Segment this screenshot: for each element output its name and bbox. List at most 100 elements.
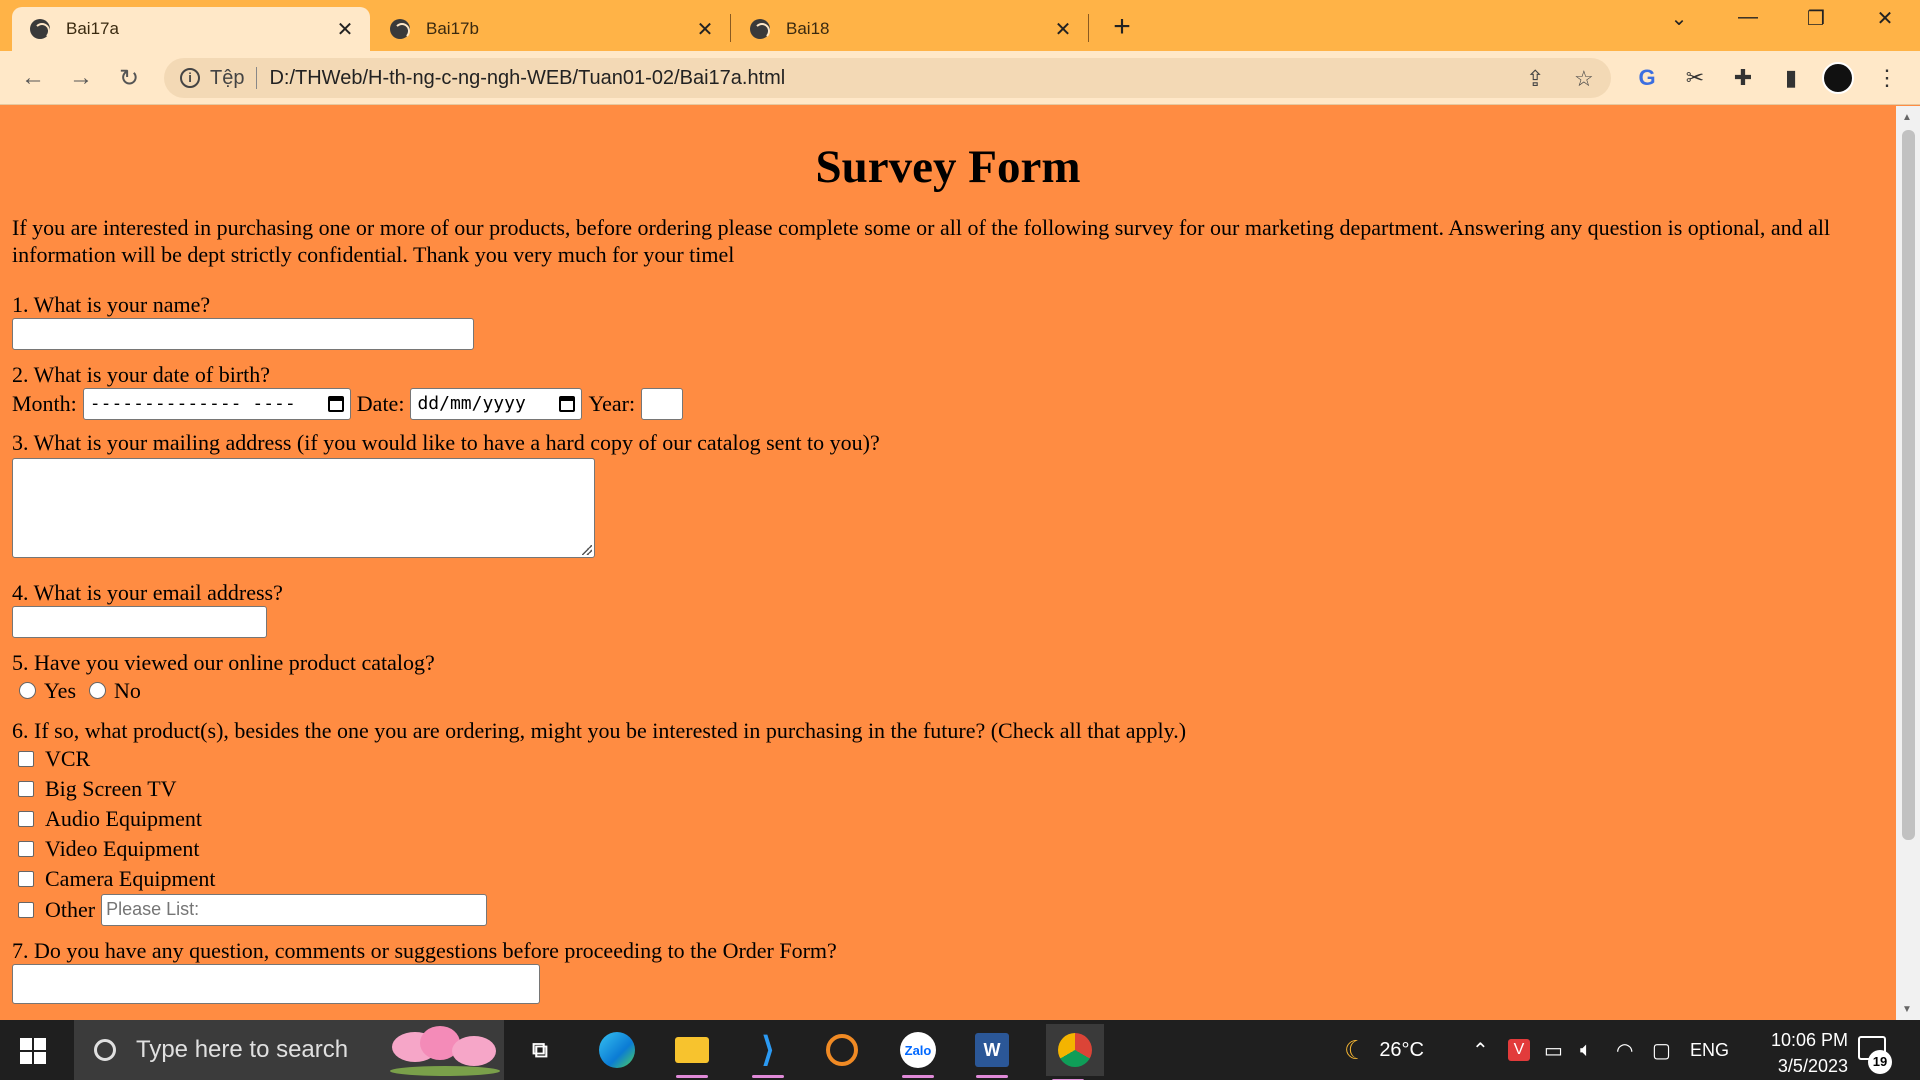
back-button[interactable]: ←: [18, 64, 48, 92]
browser-tab-bar: Bai17a ✕ Bai17b ✕ Bai18 ✕ + ⌄ — ❐ ✕: [0, 0, 1920, 51]
checkbox-vcr[interactable]: [18, 750, 34, 767]
google-translate-icon[interactable]: G: [1632, 65, 1662, 91]
other-products-input[interactable]: [101, 893, 488, 926]
tab-bai17a[interactable]: Bai17a ✕: [12, 7, 370, 51]
windows-taskbar: Type here to search ⧉ ⟩ Zalo W ☾ 26°C ⌃ …: [0, 1020, 1920, 1080]
checkbox-row-vcr: VCR: [12, 744, 1884, 774]
word-icon[interactable]: W: [970, 1028, 1014, 1078]
eclipse-icon[interactable]: [820, 1028, 864, 1072]
extension-tools-icon[interactable]: ✂: [1680, 65, 1710, 91]
scheme-label: Tệp: [210, 66, 245, 89]
month-input[interactable]: -------------- ----: [82, 387, 351, 420]
clock-time: 10:06 PM: [1770, 1030, 1848, 1050]
taskbar-clock[interactable]: 10:06 PM 3/5/2023: [1738, 1027, 1848, 1079]
checkbox-row-video-equipment: Video Equipment: [12, 834, 1884, 864]
checkbox-label: Video Equipment: [45, 835, 200, 861]
site-info-icon[interactable]: i: [180, 68, 200, 88]
survey-form: Survey Form If you are interested in pur…: [0, 141, 1896, 1004]
month-label: Month:: [12, 390, 77, 416]
new-tab-button[interactable]: +: [1108, 10, 1136, 44]
minimize-button[interactable]: —: [1733, 6, 1763, 29]
language-indicator[interactable]: ENG: [1690, 1020, 1729, 1080]
vivaldi-tray-icon[interactable]: V: [1508, 1020, 1530, 1080]
tab-search-chevron-icon[interactable]: ⌄: [1664, 6, 1694, 31]
calendar-icon[interactable]: [559, 395, 576, 412]
question-name-label: 1. What is your name?: [12, 291, 211, 317]
scrollbar-thumb[interactable]: [1902, 130, 1915, 840]
tab-title: Bai17a: [66, 19, 119, 38]
date-input[interactable]: dd/mm/yyyy: [410, 387, 583, 420]
page-scrollbar[interactable]: ▲ ▼: [1896, 106, 1920, 1020]
radio-no[interactable]: [89, 682, 107, 700]
close-tab-icon[interactable]: ✕: [334, 17, 356, 42]
page-title: Survey Form: [815, 141, 1081, 193]
checkbox-label: Camera Equipment: [45, 865, 216, 891]
reload-button[interactable]: ↻: [114, 64, 144, 93]
notification-badge: 19: [1868, 1050, 1892, 1074]
zalo-icon[interactable]: Zalo: [896, 1028, 940, 1078]
divider: [256, 67, 258, 89]
close-window-button[interactable]: ✕: [1870, 6, 1900, 31]
checkbox-video-equipment[interactable]: [18, 840, 34, 857]
tab-separator: [730, 14, 731, 42]
tab-bai17b[interactable]: Bai17b ✕: [372, 7, 730, 51]
question-comments-label: 7. Do you have any question, comments or…: [12, 937, 837, 963]
weather-widget[interactable]: ☾ 26°C: [1344, 1020, 1424, 1080]
side-panel-icon[interactable]: ▮: [1776, 65, 1806, 91]
address-bar[interactable]: i Tệp D:/THWeb/H-th-ng-c-ng-ngh-WEB/Tuan…: [164, 58, 1611, 98]
radio-yes[interactable]: [19, 682, 36, 700]
scroll-up-arrow-icon[interactable]: ▲: [1902, 112, 1912, 123]
date-label: Date:: [356, 390, 405, 416]
display-icon[interactable]: ▢: [1652, 1020, 1671, 1080]
question-dob-label: 2. What is your date of birth?: [12, 361, 271, 387]
file-explorer-icon[interactable]: [670, 1028, 714, 1078]
vscode-icon[interactable]: ⟩: [746, 1028, 790, 1078]
scroll-down-arrow-icon[interactable]: ▼: [1902, 1004, 1912, 1015]
tab-separator: [1088, 14, 1089, 42]
restore-button[interactable]: ❐: [1801, 6, 1831, 31]
checkbox-audio-equipment[interactable]: [18, 810, 34, 827]
close-tab-icon[interactable]: ✕: [1052, 17, 1074, 42]
checkbox-other[interactable]: [18, 901, 34, 918]
email-input[interactable]: [12, 605, 267, 638]
tab-title: Bai18: [786, 19, 830, 38]
bookmark-star-icon[interactable]: ☆: [1574, 66, 1594, 92]
forward-button[interactable]: →: [66, 64, 96, 92]
windows-start-icon[interactable]: [20, 1038, 46, 1064]
name-input[interactable]: [12, 317, 474, 350]
globe-icon: [30, 19, 50, 39]
checkbox-row-big-screen-tv: Big Screen TV: [12, 774, 1884, 804]
year-label: Year:: [588, 390, 636, 416]
close-tab-icon[interactable]: ✕: [694, 17, 716, 42]
year-input[interactable]: [641, 387, 684, 420]
intro-paragraph: If you are interested in purchasing one …: [12, 214, 1831, 267]
question-products-label: 6. If so, what product(s), besides the o…: [12, 717, 1187, 743]
chrome-icon[interactable]: [1046, 1024, 1104, 1080]
extensions-puzzle-icon[interactable]: ✚: [1728, 65, 1758, 91]
edge-browser-icon[interactable]: [595, 1028, 639, 1072]
task-view-icon[interactable]: ⧉: [518, 1028, 562, 1072]
catalog-radio-row: Yes No: [12, 676, 1884, 706]
browser-toolbar: ← → ↻ i Tệp D:/THWeb/H-th-ng-c-ng-ngh-WE…: [0, 51, 1920, 105]
menu-kebab-icon[interactable]: ⋮: [1872, 65, 1902, 91]
calendar-icon[interactable]: [327, 395, 344, 412]
question-address-label: 3. What is your mailing address (if you …: [12, 429, 880, 455]
checkbox-label: Audio Equipment: [45, 805, 203, 831]
address-textarea[interactable]: [12, 457, 595, 558]
globe-icon: [750, 19, 770, 39]
share-icon[interactable]: ⇪: [1526, 66, 1544, 92]
wifi-icon[interactable]: ◠: [1616, 1020, 1633, 1080]
profile-avatar[interactable]: [1822, 62, 1854, 94]
tray-chevron-icon[interactable]: ⌃: [1472, 1020, 1489, 1080]
volume-icon[interactable]: 🔈︎: [1580, 1020, 1592, 1080]
checkbox-camera-equipment[interactable]: [18, 870, 34, 887]
url-text[interactable]: D:/THWeb/H-th-ng-c-ng-ngh-WEB/Tuan01-02/…: [269, 67, 785, 90]
battery-icon[interactable]: ▭: [1544, 1020, 1563, 1080]
question-email-label: 4. What is your email address?: [12, 579, 283, 605]
comments-textarea[interactable]: [12, 963, 540, 1004]
checkbox-big-screen-tv[interactable]: [18, 780, 34, 797]
radio-yes-label: Yes: [44, 677, 77, 703]
checkbox-row-other: Other: [12, 893, 1884, 926]
tab-bai18[interactable]: Bai18 ✕: [732, 7, 1088, 51]
weather-temp: 26°C: [1379, 1038, 1424, 1061]
